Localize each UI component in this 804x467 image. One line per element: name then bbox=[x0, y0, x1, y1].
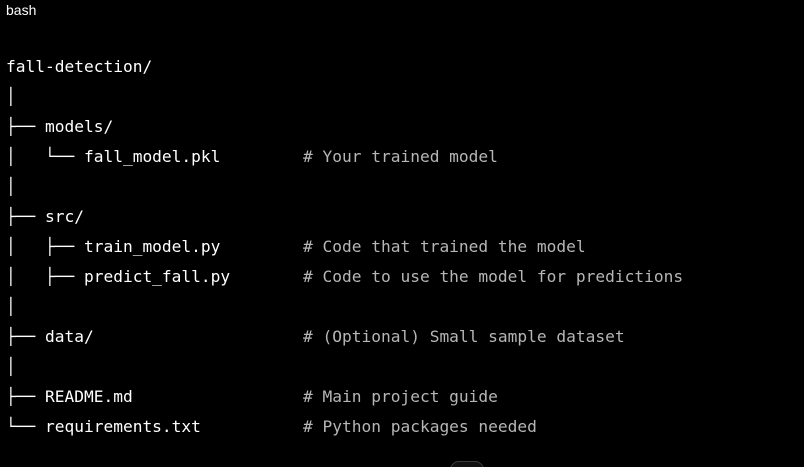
tree-entry: │ bbox=[6, 297, 16, 316]
code-line: ├── data/ # (Optional) Small sample datas… bbox=[6, 322, 625, 352]
code-line: ├── src/ bbox=[6, 202, 230, 232]
code-line: │ bbox=[6, 82, 230, 112]
tree-entry: ├── README.md bbox=[6, 387, 133, 406]
scroll-down-button[interactable] bbox=[450, 461, 484, 467]
tree-entry: ├── data/ bbox=[6, 327, 94, 346]
code-comment: # Code to use the model for predictions bbox=[303, 267, 684, 286]
code-comment: # Python packages needed bbox=[303, 417, 537, 436]
code-line: │ bbox=[6, 292, 230, 322]
tree-entry: │ bbox=[6, 87, 16, 106]
code-block: bash fall-detection/ │ ├── models/ │ └── fa… bbox=[0, 0, 804, 467]
code-content: fall-detection/ │ ├── models/ │ └── fall_mo… bbox=[6, 52, 683, 442]
code-comment: # Code that trained the model bbox=[303, 237, 586, 256]
tree-entry: ├── models/ bbox=[6, 117, 114, 136]
code-line: │ ├── train_model.py # Code that trained … bbox=[6, 232, 586, 262]
code-line: │ bbox=[6, 172, 230, 202]
tree-entry: │ ├── predict_fall.py bbox=[6, 267, 231, 286]
code-line: ├── README.md # Main project guide bbox=[6, 382, 498, 412]
code-line: ├── models/ bbox=[6, 112, 230, 142]
code-comment: # Main project guide bbox=[303, 387, 498, 406]
code-line: │ bbox=[6, 352, 230, 382]
code-line: │ ├── predict_fall.py # Code to use the m… bbox=[6, 262, 683, 292]
code-comment: # (Optional) Small sample dataset bbox=[303, 327, 625, 346]
code-line: │ └── fall_model.pkl # Your trained model bbox=[6, 142, 498, 172]
tree-entry: │ └── fall_model.pkl bbox=[6, 147, 221, 166]
tree-entry: └── requirements.txt bbox=[6, 417, 201, 436]
code-line: └── requirements.txt # Python packages ne… bbox=[6, 412, 537, 442]
code-comment: # Your trained model bbox=[303, 147, 498, 166]
code-line: fall-detection/ bbox=[6, 52, 230, 82]
tree-entry: │ ├── train_model.py bbox=[6, 237, 221, 256]
code-language-label: bash bbox=[6, 2, 37, 18]
tree-entry: │ bbox=[6, 357, 16, 376]
tree-entry: fall-detection/ bbox=[6, 57, 153, 76]
tree-entry: ├── src/ bbox=[6, 207, 84, 226]
tree-entry: │ bbox=[6, 177, 16, 196]
